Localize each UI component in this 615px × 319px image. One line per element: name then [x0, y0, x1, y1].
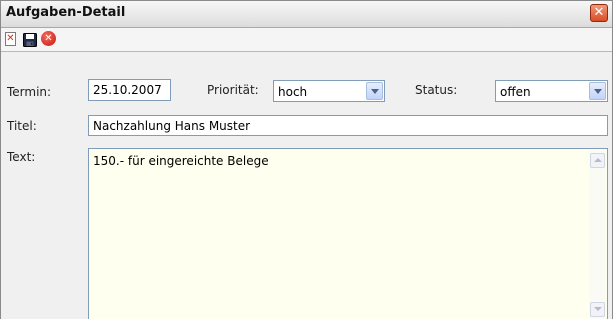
chevron-down-icon[interactable] [589, 82, 606, 100]
status-value: offen [500, 85, 531, 99]
status-label: Status: [415, 83, 458, 97]
save-icon[interactable] [23, 32, 37, 47]
text-label: Text: [7, 150, 36, 164]
close-icon: ✕ [593, 5, 605, 20]
text-content: 150.- für eingereichte Belege [93, 154, 269, 168]
task-detail-window: Aufgaben-Detail ✕ ✕ ✕ Termin: 25.10.2007… [0, 0, 613, 319]
chevron-down-icon[interactable] [366, 82, 383, 100]
titel-field[interactable]: Nachzahlung Hans Muster [88, 115, 608, 136]
scroll-up-icon[interactable] [590, 153, 605, 168]
title-bar[interactable]: Aufgaben-Detail ✕ [1, 1, 612, 28]
prioritaet-value: hoch [278, 85, 308, 99]
delete-icon[interactable]: ✕ [41, 31, 56, 46]
close-document-icon[interactable]: ✕ [5, 32, 16, 46]
vertical-scrollbar[interactable] [589, 150, 606, 319]
scroll-down-icon[interactable] [590, 302, 605, 317]
save-icon-graphic [23, 33, 37, 47]
prioritaet-label: Priorität: [207, 83, 259, 97]
delete-glyph: ✕ [44, 33, 53, 44]
status-select[interactable]: offen [495, 80, 608, 102]
prioritaet-select[interactable]: hoch [273, 80, 385, 102]
toolbar: ✕ ✕ [1, 28, 612, 52]
text-area[interactable]: 150.- für eingereichte Belege [88, 148, 608, 319]
titel-label: Titel: [7, 119, 37, 133]
close-document-glyph: ✕ [6, 33, 15, 44]
close-window-button[interactable]: ✕ [590, 4, 608, 22]
termin-label: Termin: [7, 85, 52, 99]
termin-date-field[interactable]: 25.10.2007 [88, 79, 171, 101]
window-title: Aufgaben-Detail [6, 5, 126, 20]
